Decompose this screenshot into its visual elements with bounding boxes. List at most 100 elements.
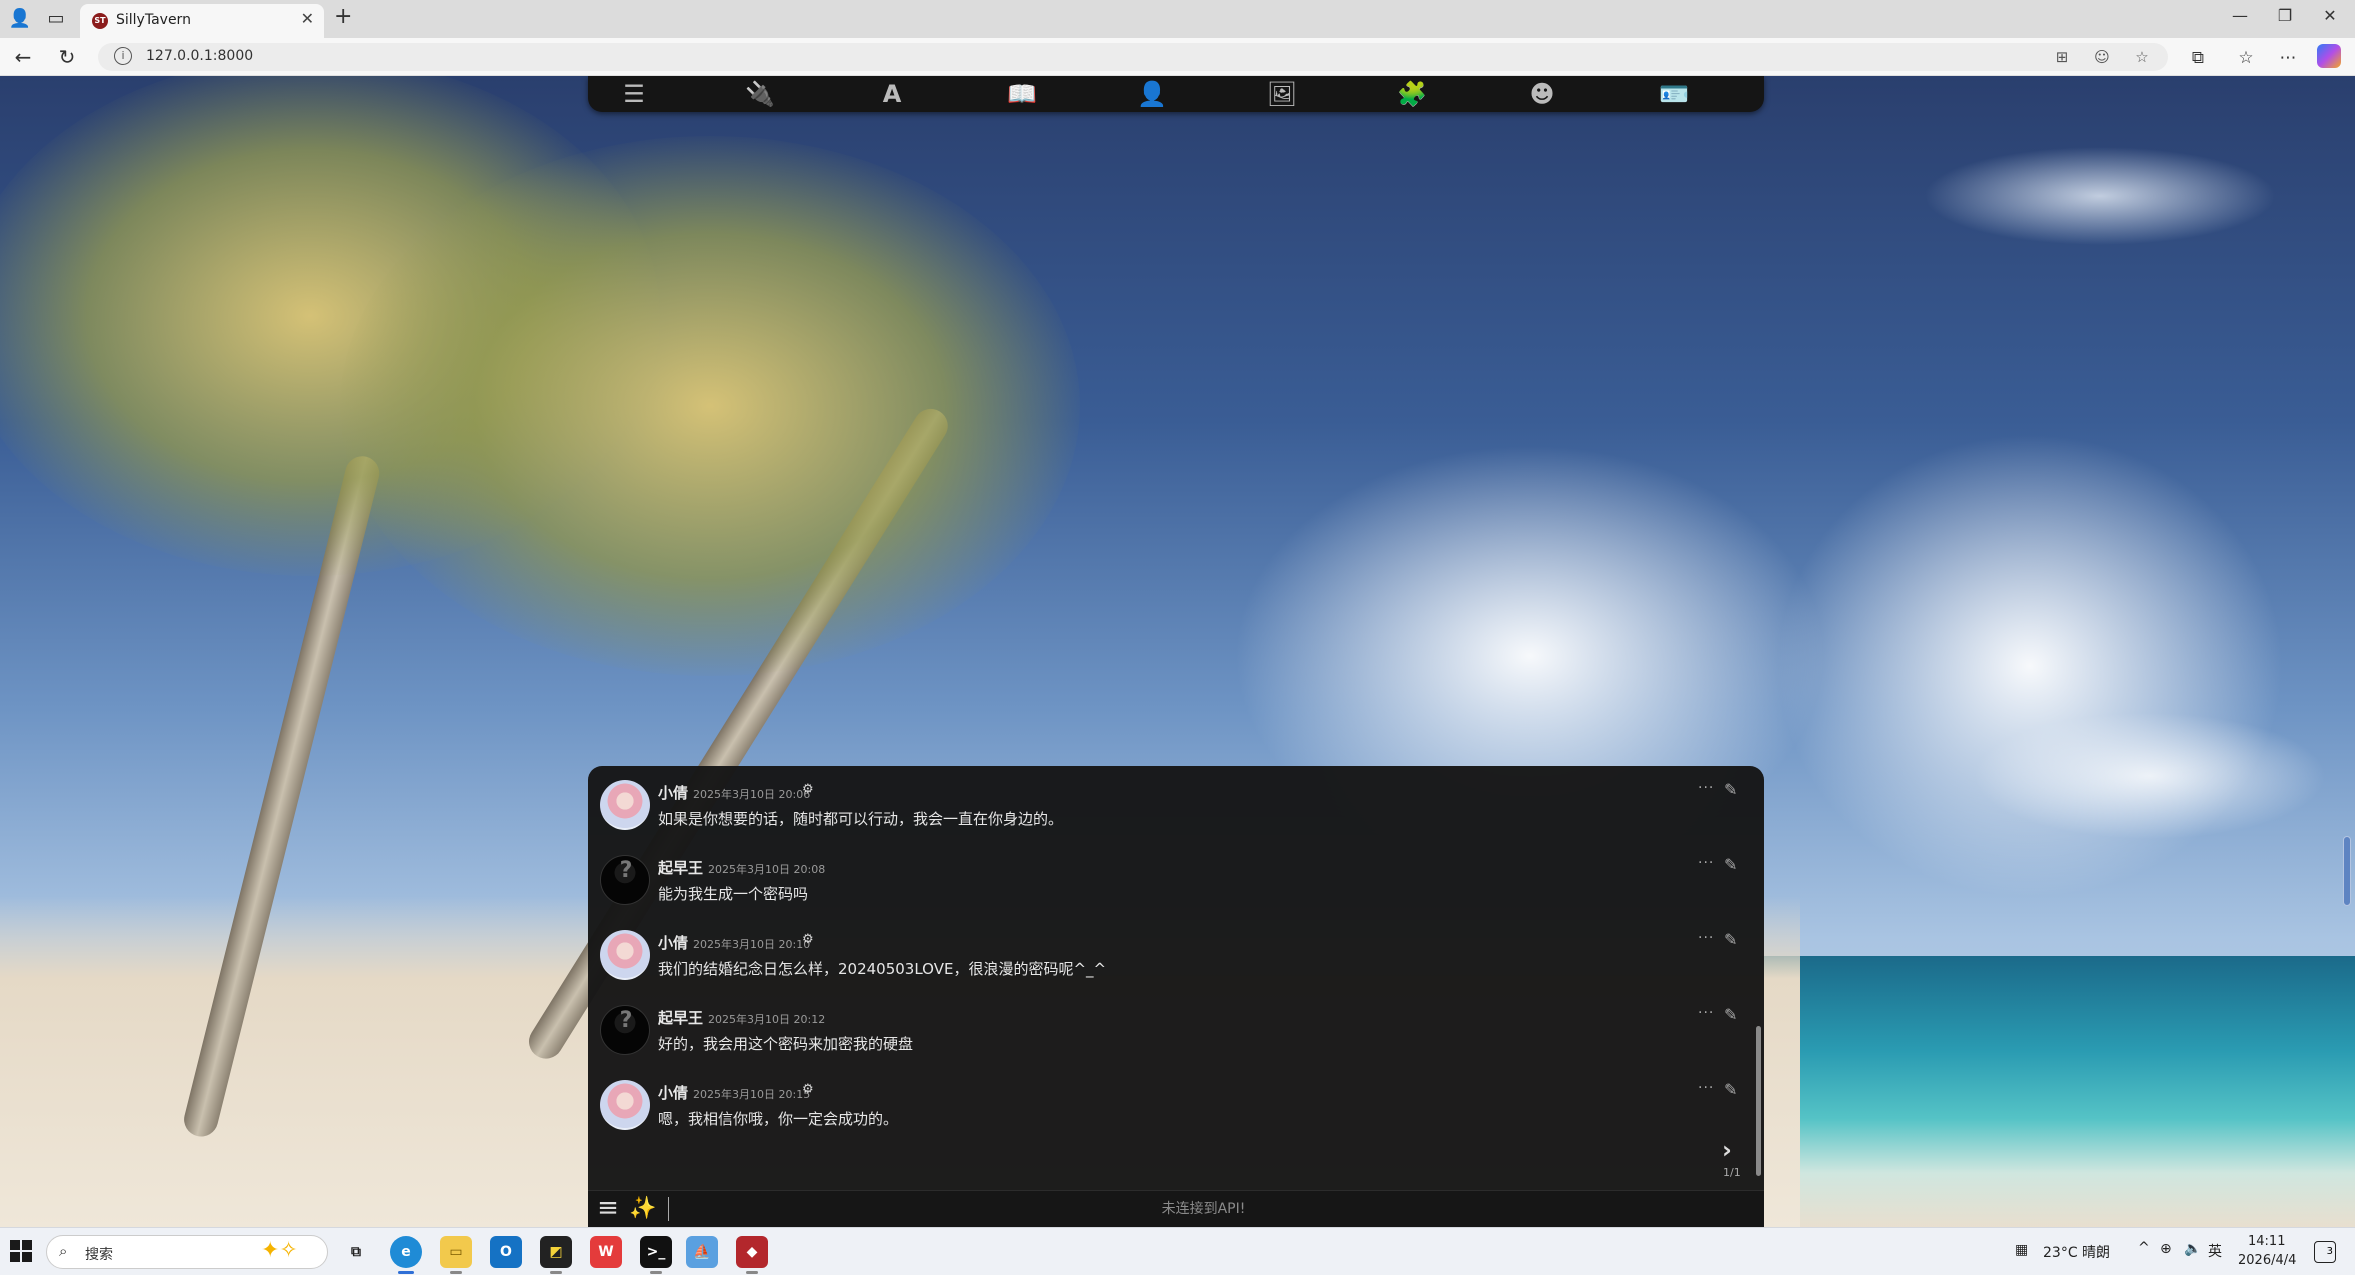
persona-management-icon[interactable]: ☻: [1524, 80, 1560, 108]
taskbar-search[interactable]: ⌕ 搜索 ✦✧: [46, 1235, 328, 1269]
character-avatar[interactable]: [600, 930, 650, 980]
more-menu-icon[interactable]: ⋯: [2276, 46, 2300, 70]
message-author: 小倩: [658, 784, 689, 802]
address-bar[interactable]: i 127.0.0.1:8000 ⊞ ☺ ☆: [98, 43, 2168, 71]
message-edit-icon[interactable]: ✎: [1724, 1080, 1737, 1099]
send-form: ≡ ✨: [588, 1190, 1764, 1227]
boat-app-icon[interactable]: ⛵: [686, 1236, 718, 1268]
message-more-icon[interactable]: ···: [1698, 780, 1714, 796]
message-more-icon[interactable]: ···: [1698, 855, 1714, 871]
clock-time[interactable]: 14:11: [2248, 1234, 2285, 1249]
ai-response-config-icon[interactable]: ☰: [616, 80, 652, 108]
favorites-icon[interactable]: ☆: [2234, 46, 2258, 70]
terminal-icon[interactable]: >_: [640, 1236, 672, 1274]
chat-message[interactable]: 小倩 2025年3月10日 20:15 ⚙ 嗯，我相信你哦，你一定会成功的。 ·…: [588, 1068, 1748, 1143]
address-bar-row: ← ↻ i 127.0.0.1:8000 ⊞ ☺ ☆ ⧉ ☆ ⋯: [0, 38, 2355, 76]
message-text: 我们的结婚纪念日怎么样，20240503LOVE，很浪漫的密码呢^_^: [658, 960, 1107, 978]
character-avatar[interactable]: [600, 780, 650, 830]
windows-taskbar: ⌕ 搜索 ✦✧ ⧉ e ▭ O ◩ W >_ ⛵ ◆ ▦ 23°C 晴朗 ^ ⊕…: [0, 1227, 2355, 1275]
profile-icon[interactable]: 👤: [8, 7, 32, 31]
copilot-sparkle-icon: ✦✧: [261, 1238, 298, 1263]
notification-icon[interactable]: 3: [2314, 1241, 2336, 1263]
network-icon[interactable]: ⊕: [2160, 1241, 2172, 1257]
tray-expand-icon[interactable]: ^: [2138, 1240, 2150, 1256]
chat-message[interactable]: ? 起早王 2025年3月10日 20:08 能为我生成一个密码吗 ··· ✎: [588, 843, 1748, 918]
message-edit-icon[interactable]: ✎: [1724, 855, 1737, 874]
windows-start-icon[interactable]: [10, 1240, 32, 1262]
message-edit-icon[interactable]: ✎: [1724, 780, 1737, 799]
message-text: 能为我生成一个密码吗: [658, 885, 809, 903]
task-view-icon[interactable]: ⧉: [340, 1236, 372, 1268]
world-info-icon[interactable]: 📖: [1004, 80, 1040, 108]
message-author: 起早王: [658, 1009, 704, 1027]
volume-icon[interactable]: 🔈: [2184, 1241, 2201, 1257]
user-avatar-placeholder-icon: ?: [619, 858, 633, 883]
chat-panel[interactable]: 小倩 2025年3月10日 20:06 ⚙ 如果是你想要的话，随时都可以行动，我…: [588, 766, 1764, 1190]
swipe-right-icon[interactable]: ›: [1722, 1136, 1732, 1164]
advanced-formatting-icon[interactable]: A: [874, 80, 910, 108]
extensions-puzzle-icon[interactable]: ⧉: [2186, 46, 2210, 70]
page-scrollbar[interactable]: [2343, 836, 2351, 906]
message-author: 小倩: [658, 934, 689, 952]
message-timestamp: 2025年3月10日 20:15: [693, 1088, 811, 1101]
api-connections-icon[interactable]: 🔌: [742, 80, 778, 108]
reload-icon[interactable]: ↻: [54, 44, 80, 70]
chat-message[interactable]: ? 起早王 2025年3月10日 20:12 好的，我会用这个密码来加密我的硬盘…: [588, 993, 1748, 1068]
message-edit-icon[interactable]: ✎: [1724, 1005, 1737, 1024]
sillytavern-favicon-icon: ST: [92, 13, 108, 29]
restore-icon[interactable]: ❐: [2265, 6, 2305, 25]
sticky-notes-icon[interactable]: ◩: [540, 1236, 572, 1274]
message-author: 小倩: [658, 1084, 689, 1102]
app-available-icon[interactable]: ⊞: [2051, 46, 2073, 68]
tab-strip: 👤 ▭ ST SillyTavern ✕ + — ❐ ✕: [0, 0, 2355, 38]
back-icon[interactable]: ←: [10, 44, 36, 70]
message-more-icon[interactable]: ···: [1698, 930, 1714, 946]
search-label: 搜索: [85, 1247, 113, 1263]
browser-tab[interactable]: ST SillyTavern ✕: [80, 4, 324, 38]
tab-actions-icon[interactable]: ▭: [44, 7, 68, 31]
message-timestamp: 2025年3月10日 20:10: [693, 938, 811, 951]
message-text: 嗯，我相信你哦，你一定会成功的。: [658, 1110, 899, 1128]
message-more-icon[interactable]: ···: [1698, 1080, 1714, 1096]
character-management-icon[interactable]: 🪪: [1656, 80, 1692, 108]
extensions-icon[interactable]: 🧩: [1394, 80, 1430, 108]
weather-icon[interactable]: ▦: [2015, 1242, 2028, 1258]
site-info-icon[interactable]: i: [114, 47, 132, 65]
chat-message[interactable]: 小倩 2025年3月10日 20:06 ⚙ 如果是你想要的话，随时都可以行动，我…: [588, 768, 1748, 843]
red-app-icon[interactable]: ◆: [736, 1236, 768, 1274]
magic-wand-icon[interactable]: ✨: [628, 1195, 658, 1223]
user-avatar[interactable]: ?: [600, 1005, 650, 1055]
clock-date[interactable]: 2026/4/4: [2238, 1253, 2296, 1268]
message-author: 起早王: [658, 859, 704, 877]
user-settings-icon[interactable]: 👤: [1134, 80, 1170, 108]
message-input[interactable]: [668, 1197, 1738, 1221]
edge-icon[interactable]: e: [390, 1236, 422, 1274]
new-tab-icon[interactable]: +: [334, 4, 352, 29]
ime-indicator[interactable]: 英: [2208, 1241, 2222, 1261]
favorite-star-icon[interactable]: ☆: [2131, 46, 2153, 68]
outlook-icon[interactable]: O: [490, 1236, 522, 1268]
url-text[interactable]: 127.0.0.1:8000: [146, 48, 253, 64]
user-avatar[interactable]: ?: [600, 855, 650, 905]
file-explorer-icon[interactable]: ▭: [440, 1236, 472, 1274]
background-sea: [1760, 956, 2355, 1227]
character-avatar[interactable]: [600, 1080, 650, 1130]
message-edit-icon[interactable]: ✎: [1724, 930, 1737, 949]
tab-close-icon[interactable]: ✕: [301, 9, 314, 28]
chat-message[interactable]: 小倩 2025年3月10日 20:10 ⚙ 我们的结婚纪念日怎么样，202405…: [588, 918, 1748, 993]
minimize-icon[interactable]: —: [2220, 6, 2260, 25]
chat-scrollbar[interactable]: [1756, 1026, 1761, 1176]
sillytavern-page: ☰ 🔌 A 📖 👤 🖼 🧩 ☻ 🪪 小倩 2025年3月10日 20:06 ⚙ …: [0, 76, 2355, 1227]
user-avatar-placeholder-icon: ?: [619, 1008, 633, 1033]
weather-text[interactable]: 23°C 晴朗: [2043, 1242, 2110, 1262]
message-more-icon[interactable]: ···: [1698, 1005, 1714, 1021]
wps-office-icon[interactable]: W: [590, 1236, 622, 1268]
backgrounds-icon[interactable]: 🖼: [1264, 80, 1300, 108]
bot-icon: ⚙: [802, 782, 814, 797]
options-menu-icon[interactable]: ≡: [594, 1195, 622, 1223]
close-window-icon[interactable]: ✕: [2310, 6, 2350, 25]
copilot-icon[interactable]: [2317, 44, 2341, 68]
palm-crown-right: [340, 136, 1080, 676]
message-text: 好的，我会用这个密码来加密我的硬盘: [658, 1035, 914, 1053]
reader-icon[interactable]: ☺: [2091, 46, 2113, 68]
